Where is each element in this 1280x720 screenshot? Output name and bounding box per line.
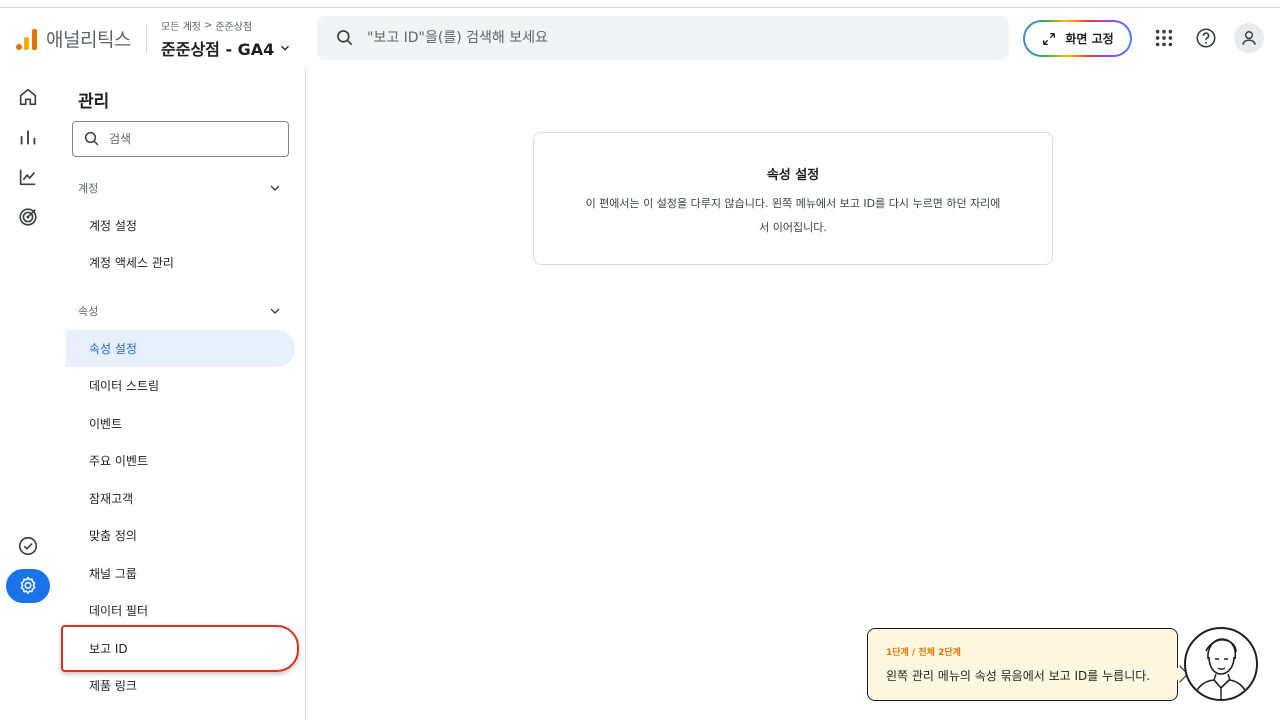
search-icon (84, 131, 99, 146)
chevron-up-icon (270, 185, 280, 191)
chevron-down-icon (281, 45, 290, 51)
checklist-icon[interactable] (16, 534, 40, 558)
nav-item-label: 데이터 스트림 (89, 379, 160, 393)
search-icon (337, 30, 353, 46)
breadcrumb: 모든 계정 > 준준상점 (161, 18, 252, 33)
nav-item-audiences[interactable]: 잠재고객 (66, 480, 295, 517)
guide-person-icon (1193, 638, 1249, 699)
nav-item-product-links[interactable]: 제품 링크 (66, 667, 295, 704)
account-section-header[interactable]: 계정 (78, 178, 283, 198)
tip-instruction: 왼쪽 관리 메뉴의 속성 묶음에서 보고 ID를 누릅니다. (886, 669, 1151, 683)
app-name[interactable]: 애널리틱스 (46, 25, 131, 52)
advertising-icon[interactable] (16, 205, 40, 229)
account-avatar[interactable] (1234, 23, 1264, 53)
nav-item-label: 이벤트 (89, 417, 123, 431)
nav-item-data-filters[interactable]: 데이터 필터 (66, 592, 295, 629)
left-rail (0, 68, 56, 720)
tutorial-tip: 1단계 / 전체 2단계 왼쪽 관리 메뉴의 속성 묶음에서 보고 ID를 누릅… (867, 628, 1178, 701)
guide-avatar (1184, 627, 1258, 701)
tip-step-counter: 1단계 / 전체 2단계 (886, 648, 961, 658)
admin-title: 관리 (78, 92, 110, 112)
account-section-label: 계정 (78, 182, 99, 195)
nav-item-channel-groups[interactable]: 채널 그룹 (66, 555, 295, 592)
reports-icon[interactable] (16, 125, 40, 149)
pin-screen-button[interactable]: 화면 고정 (1023, 20, 1132, 57)
nav-item-account-access[interactable]: 계정 액세스 관리 (66, 244, 295, 281)
search-input[interactable] (367, 30, 967, 46)
property-section-header[interactable]: 속성 (78, 301, 283, 321)
nav-item-label: 계정 설정 (89, 219, 137, 233)
nav-item-label: 보고 ID (89, 642, 128, 656)
global-search[interactable] (317, 16, 1009, 60)
nav-item-account-settings[interactable]: 계정 설정 (66, 207, 295, 244)
nav-item-label: 데이터 필터 (89, 604, 149, 618)
main-content: 속성 설정 이 편에서는 이 설정을 다루지 않습니다. 왼쪽 메뉴에서 보고 … (307, 68, 1280, 720)
breadcrumb-all-accounts[interactable]: 모든 계정 (161, 18, 201, 33)
home-icon[interactable] (16, 85, 40, 109)
nav-item-custom-definitions[interactable]: 맞춤 정의 (66, 517, 295, 554)
admin-search-input[interactable] (109, 132, 279, 146)
property-picker[interactable]: 준준상점 - GA4 (161, 36, 292, 60)
app-header: 애널리틱스 모든 계정 > 준준상점 준준상점 - GA4 화면 고정 (0, 8, 1280, 68)
nav-item-property-settings[interactable]: 속성 설정 (66, 330, 295, 367)
top-strip (0, 0, 1280, 8)
admin-search[interactable] (72, 121, 289, 157)
help-icon[interactable] (1192, 24, 1220, 52)
expand-icon (1043, 32, 1056, 45)
admin-panel: 관리 계정 계정 설정 계정 액세스 관리 속성 속성 설정 데이터 스트림 이… (56, 68, 306, 720)
card-text: 이 편에서는 이 설정을 다루지 않습니다. 왼쪽 메뉴에서 보고 ID를 다시… (585, 197, 1001, 234)
card-title: 속성 설정 (766, 168, 820, 183)
nav-item-reporting-identity[interactable]: 보고 ID (66, 630, 295, 667)
pin-screen-label: 화면 고정 (1065, 32, 1114, 46)
nav-item-label: 맞춤 정의 (89, 529, 137, 543)
apps-grid-icon[interactable] (1150, 24, 1178, 52)
nav-item-key-events[interactable]: 주요 이벤트 (66, 442, 295, 479)
breadcrumb-separator: > (203, 20, 213, 31)
breadcrumb-account[interactable]: 준준상점 (215, 18, 252, 33)
analytics-logo-icon[interactable] (16, 28, 38, 50)
property-section-label: 속성 (78, 305, 99, 318)
nav-item-label: 계정 액세스 관리 (89, 256, 174, 270)
nav-item-label: 제품 링크 (89, 679, 137, 693)
property-name: 준준상점 - GA4 (161, 40, 275, 59)
header-divider (146, 24, 147, 54)
nav-item-events[interactable]: 이벤트 (66, 405, 295, 442)
chevron-up-icon (270, 308, 280, 314)
nav-item-label: 잠재고객 (89, 492, 134, 506)
nav-item-data-streams[interactable]: 데이터 스트림 (66, 367, 295, 404)
nav-item-label: 속성 설정 (89, 342, 137, 356)
nav-item-label: 채널 그룹 (89, 567, 137, 581)
info-card: 속성 설정 이 편에서는 이 설정을 다루지 않습니다. 왼쪽 메뉴에서 보고 … (533, 132, 1053, 265)
admin-gear-icon[interactable] (6, 569, 50, 603)
person-icon (1242, 31, 1256, 45)
nav-item-label: 주요 이벤트 (89, 454, 149, 468)
explore-icon[interactable] (16, 165, 40, 189)
